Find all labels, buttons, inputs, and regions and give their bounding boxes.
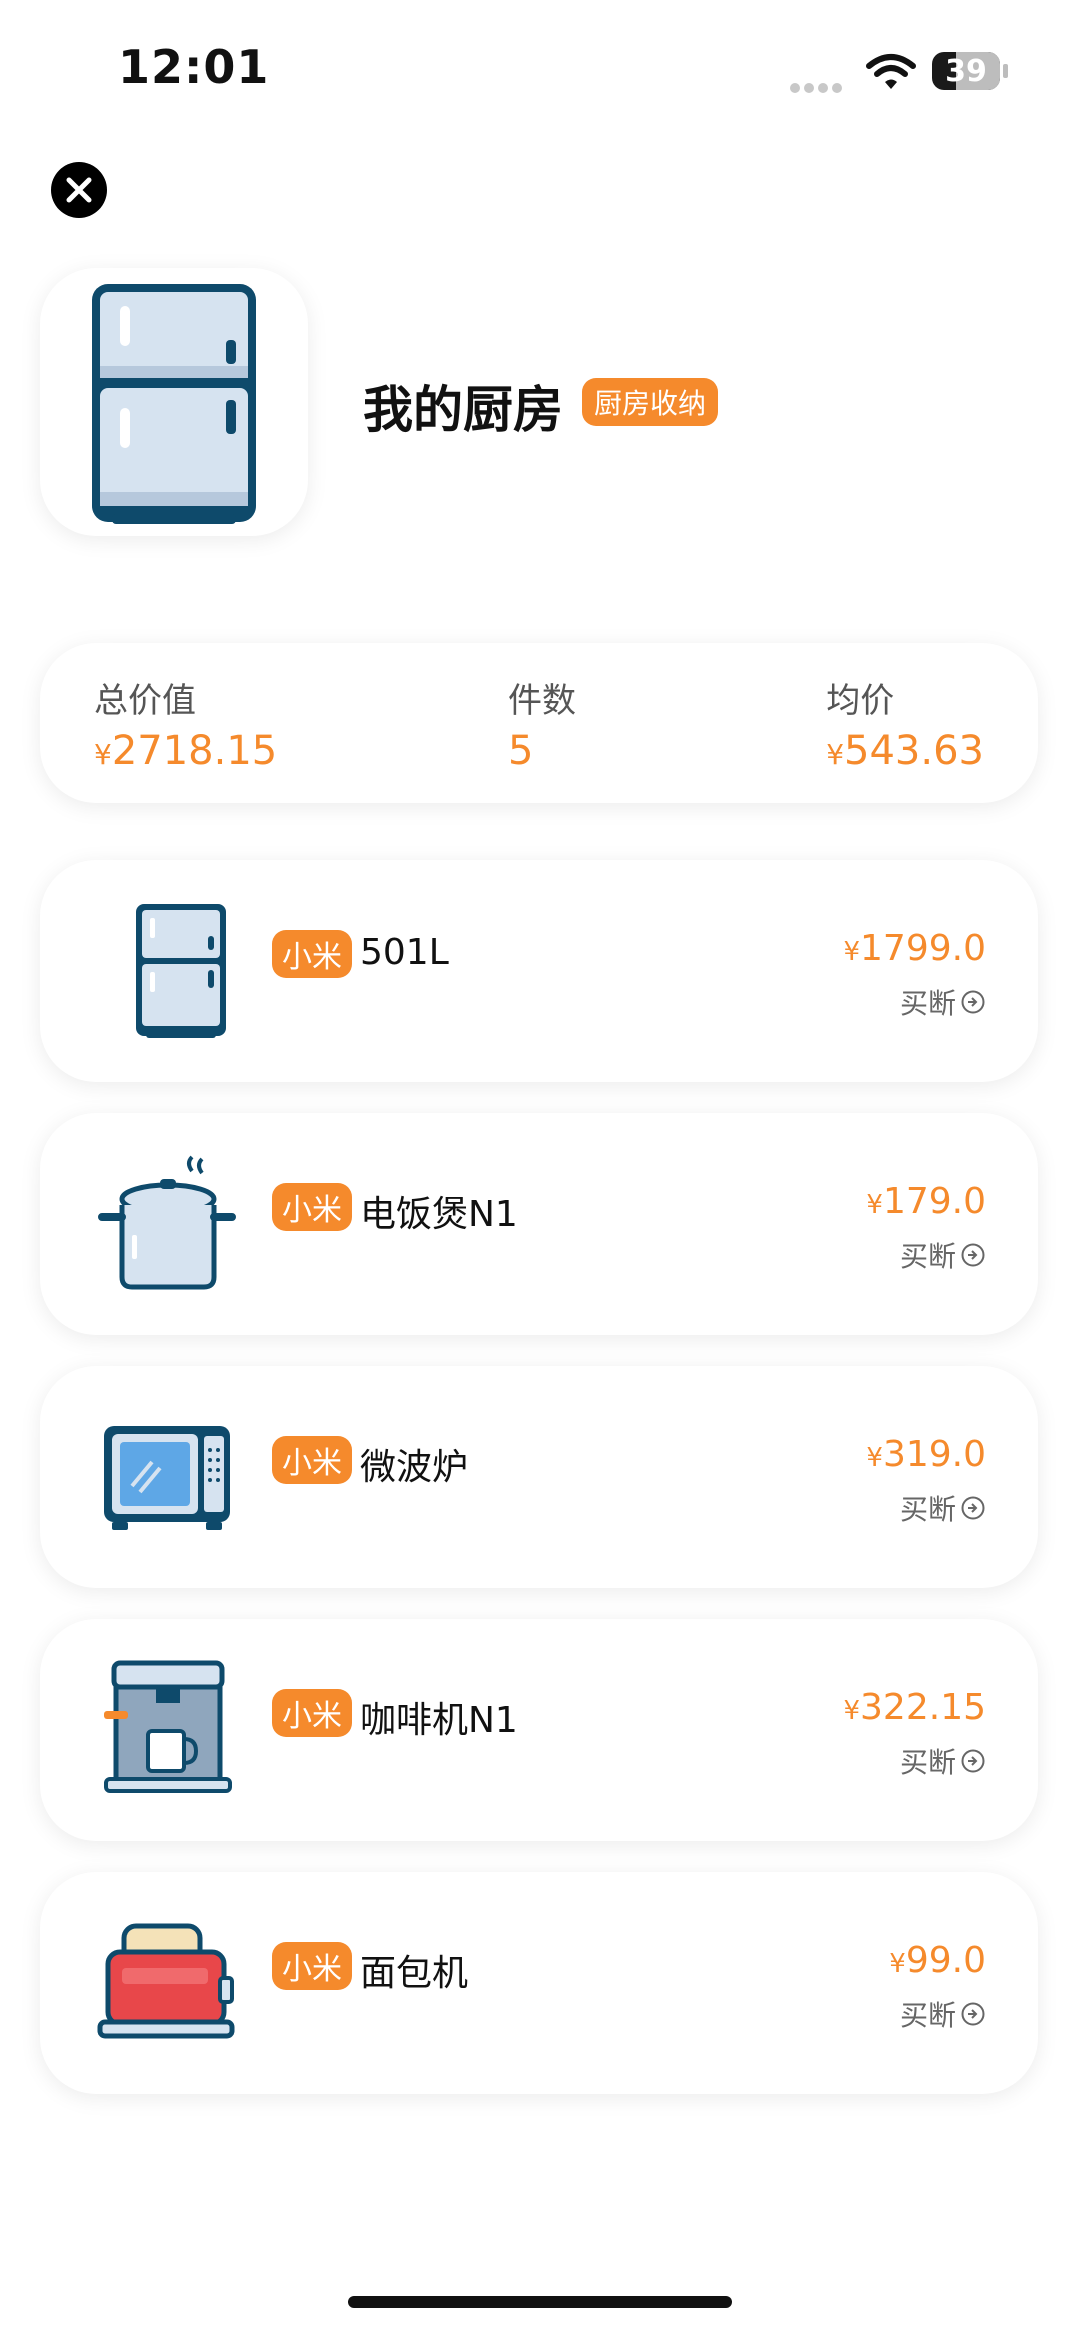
item-name: 咖啡机N1 [360,1700,518,1741]
list-item[interactable]: 小米 电饭煲N1 ¥179.0 买断 [40,1113,1038,1335]
payment-type: 买断 [900,1488,986,1528]
average-price-label: 均价 [826,681,895,721]
cellular-signal-icon [790,78,846,97]
item-price: ¥319.0 [866,1434,986,1475]
info-circle-icon [961,990,985,1014]
wifi-icon [866,52,916,96]
home-indicator[interactable] [348,2296,732,2308]
toaster-icon [97,1923,235,2039]
brand-badge: 小米 [272,1689,352,1737]
item-price: ¥322.15 [843,1687,986,1728]
info-circle-icon [961,1749,985,1773]
microwave-icon [104,1426,230,1530]
item-count-value: 5 [508,728,534,774]
page-title: 我的厨房 [363,381,563,439]
item-price: ¥99.0 [889,1940,986,1981]
item-name: 501L [360,932,449,973]
average-price-stat: 均价 ¥543.63 [826,673,984,774]
brand-badge: 小米 [272,1183,352,1231]
info-circle-icon [961,1496,985,1520]
total-value-label: 总价值 [94,681,196,721]
close-icon [66,177,92,203]
item-count-stat: 件数 5 [508,673,576,774]
battery-level: 39 [945,54,987,89]
category-image-card[interactable] [40,268,308,536]
brand-badge: 小米 [272,930,352,978]
payment-type: 买断 [900,1994,986,2034]
item-name: 电饭煲N1 [360,1194,518,1235]
list-item[interactable]: 小米 微波炉 ¥319.0 买断 [40,1366,1038,1588]
item-count-label: 件数 [508,681,576,721]
rice-cooker-icon [98,1155,236,1290]
close-button[interactable] [51,162,107,218]
item-name: 微波炉 [360,1447,469,1488]
average-price-amount: ¥543.63 [826,728,984,774]
payment-type: 买断 [900,1235,986,1275]
battery-cap [1003,64,1008,78]
list-item[interactable]: 小米 咖啡机N1 ¥322.15 买断 [40,1619,1038,1841]
battery-icon: 39 [932,52,1000,90]
item-price: ¥179.0 [866,1181,986,1222]
fridge-icon [92,284,256,524]
brand-badge: 小米 [272,1942,352,1990]
payment-type: 买断 [900,1741,986,1781]
coffee-machine-icon [104,1660,232,1793]
item-name: 面包机 [360,1953,469,1994]
category-tag: 厨房收纳 [582,378,719,426]
brand-badge: 小米 [272,1436,352,1484]
item-price: ¥1799.0 [843,928,986,969]
list-item[interactable]: 小米 501L ¥1799.0 买断 [40,860,1038,1082]
status-time: 12:01 [118,40,270,94]
fridge-icon [136,904,226,1038]
info-circle-icon [961,2002,985,2026]
total-value-stat: 总价值 ¥2718.15 [94,673,277,774]
payment-type: 买断 [900,982,986,1022]
info-circle-icon [961,1243,985,1267]
list-item[interactable]: 小米 面包机 ¥99.0 买断 [40,1872,1038,2094]
summary-card: 总价值 ¥2718.15 件数 5 均价 ¥543.63 [40,643,1038,803]
total-value-amount: ¥2718.15 [94,728,278,774]
